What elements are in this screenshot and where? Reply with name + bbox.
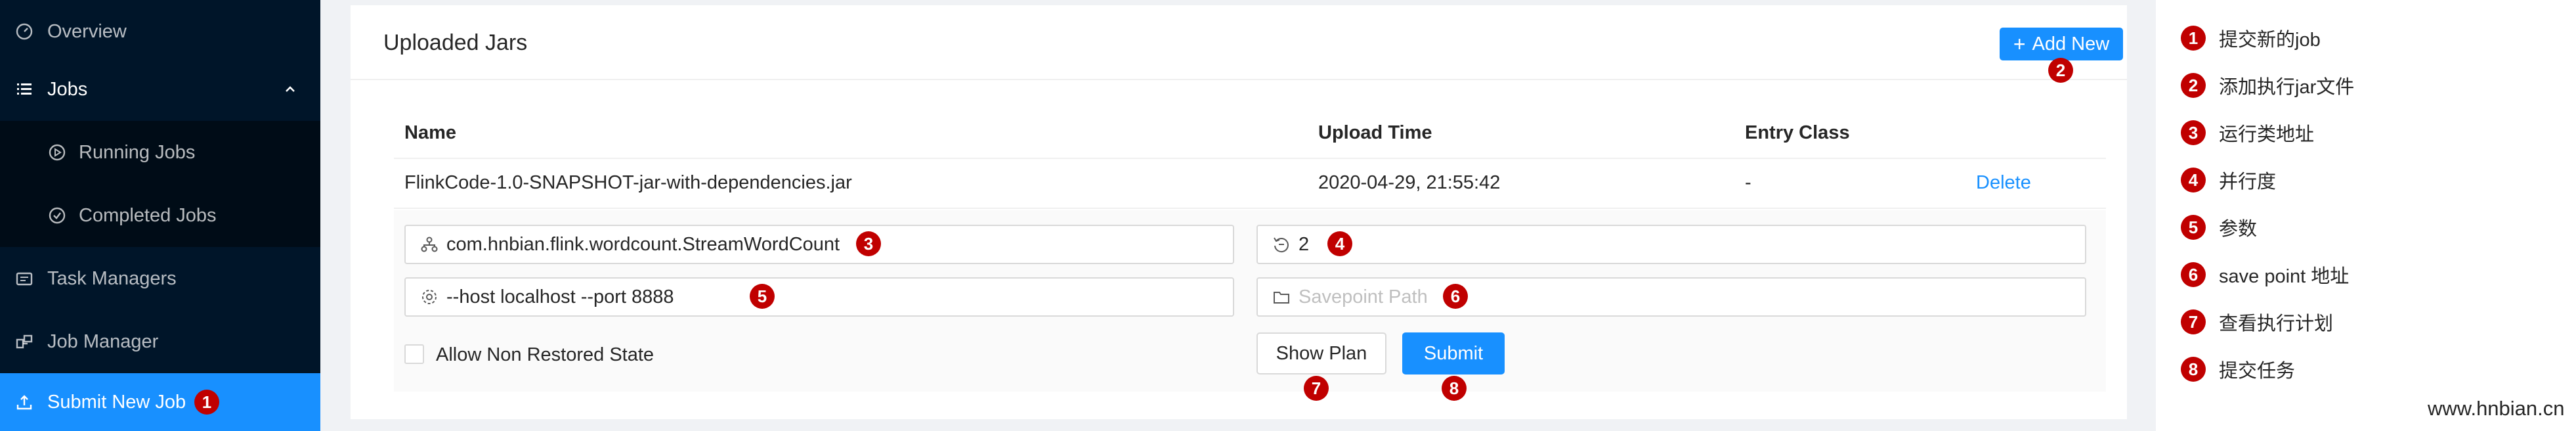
legend-text: 参数 — [2219, 219, 2258, 240]
build-icon — [16, 334, 33, 349]
upload-icon — [16, 395, 32, 410]
entry-class-value: com.hnbian.flink.wordcount.StreamWordCou… — [446, 233, 840, 255]
site-watermark: www.hnbian.cn — [2428, 397, 2565, 420]
marker-6: 6 — [1443, 284, 1468, 309]
list-icon — [17, 83, 32, 95]
check-circle-icon — [49, 207, 66, 224]
show-plan-button[interactable]: Show Plan — [1256, 332, 1386, 374]
program-args-input[interactable]: --host localhost --port 8888 — [404, 277, 1234, 317]
uploaded-jars-card: Uploaded Jars + Add New 2 Name Upload Ti… — [351, 5, 2127, 419]
parallelism-value: 2 — [1299, 233, 1310, 255]
marker-3: 3 — [856, 231, 881, 256]
chevron-up-icon — [286, 86, 295, 92]
settings-icon — [422, 290, 437, 304]
sidebar-item-completed-jobs[interactable]: Completed Jobs — [0, 184, 320, 247]
legend-marker: 6 — [2181, 262, 2206, 287]
jar-upload-time: 2020-04-29, 21:55:42 — [1318, 172, 1501, 193]
column-header-name: Name — [404, 122, 456, 143]
sidebar-item-label: Overview — [47, 20, 127, 42]
legend-marker: 4 — [2181, 168, 2206, 193]
sidebar-item-label: Jobs — [47, 78, 88, 100]
legend-marker: 1 — [2181, 26, 2206, 51]
marker-1: 1 — [194, 390, 219, 415]
legend-marker: 5 — [2181, 215, 2206, 240]
submit-label: Submit — [1423, 342, 1484, 364]
cluster-icon — [421, 237, 438, 252]
legend-marker: 3 — [2181, 120, 2206, 145]
sidebar-item-label: Submit New Job — [47, 391, 186, 413]
legend-marker: 8 — [2181, 357, 2206, 382]
sidebar-item-submit-new-job[interactable]: Submit New Job 1 — [0, 373, 320, 431]
plus-icon: + — [2013, 32, 2026, 56]
delete-link[interactable]: Delete — [1976, 172, 2031, 194]
dashboard-icon — [16, 23, 33, 40]
play-circle-icon — [49, 144, 66, 161]
sidebar-item-running-jobs[interactable]: Running Jobs — [0, 121, 320, 184]
show-plan-label: Show Plan — [1276, 342, 1367, 364]
legend-item: 4 并行度 — [2181, 166, 2276, 194]
marker-4: 4 — [1327, 231, 1352, 256]
legend-text: 运行类地址 — [2219, 124, 2315, 145]
jar-entry-class: - — [1745, 172, 1751, 193]
sidebar-item-task-managers[interactable]: Task Managers — [0, 247, 320, 310]
card-header: Uploaded Jars + Add New 2 — [351, 5, 2127, 83]
savepoint-placeholder: Savepoint Path — [1299, 286, 1428, 307]
legend-item: 8 提交任务 — [2181, 355, 2295, 384]
divider — [394, 208, 2106, 209]
submit-button[interactable]: Submit — [1402, 332, 1505, 374]
legend-item: 6 save point 地址 — [2181, 260, 2349, 289]
legend-marker: 7 — [2181, 309, 2206, 334]
jar-name: FlinkCode-1.0-SNAPSHOT-jar-with-dependen… — [404, 172, 852, 193]
marker-7: 7 — [1304, 376, 1329, 401]
folder-icon — [1274, 292, 1289, 304]
card-title: Uploaded Jars — [383, 30, 528, 55]
column-header-entry-class: Entry Class — [1745, 122, 1850, 143]
program-args-value: --host localhost --port 8888 — [446, 286, 674, 307]
divider — [394, 158, 2106, 159]
sidebar-item-label: Task Managers — [47, 267, 177, 289]
marker-5: 5 — [750, 284, 775, 309]
column-header-upload-time: Upload Time — [1318, 122, 1432, 143]
add-new-button[interactable]: + Add New — [2000, 28, 2123, 60]
legend-text: 添加执行jar文件 — [2219, 77, 2355, 98]
sidebar-item-jobs[interactable]: Jobs — [0, 58, 320, 121]
allow-non-restored-label: Allow Non Restored State — [436, 344, 655, 365]
legend-text: 并行度 — [2219, 171, 2277, 193]
legend-text: 提交新的job — [2219, 30, 2321, 51]
legend-marker: 2 — [2181, 73, 2206, 98]
legend-item: 2 添加执行jar文件 — [2181, 71, 2354, 100]
sidebar-item-overview[interactable]: Overview — [0, 0, 320, 63]
legend-item: 7 查看执行计划 — [2181, 307, 2333, 336]
add-new-label: Add New — [2032, 33, 2110, 55]
sidebar-item-job-manager[interactable]: Job Manager — [0, 310, 320, 373]
legend-item: 1 提交新的job — [2181, 24, 2321, 53]
reload-icon — [1274, 237, 1289, 253]
legend-text: save point 地址 — [2219, 266, 2350, 287]
allow-non-restored-checkbox[interactable] — [404, 344, 424, 364]
sidebar: Overview Jobs Running Jobs Completed Job… — [0, 0, 320, 431]
entry-class-input[interactable]: com.hnbian.flink.wordcount.StreamWordCou… — [404, 225, 1234, 264]
schedule-icon — [16, 272, 33, 286]
marker-2: 2 — [2048, 58, 2073, 83]
legend-item: 5 参数 — [2181, 213, 2257, 242]
sidebar-item-label: Completed Jobs — [79, 204, 217, 226]
legend-item: 3 运行类地址 — [2181, 118, 2314, 147]
sidebar-item-label: Job Manager — [47, 330, 159, 352]
legend-text: 提交任务 — [2219, 361, 2296, 382]
parallelism-input[interactable]: 2 — [1256, 225, 2086, 264]
annotation-legend: 1 提交新的job 2 添加执行jar文件 3 运行类地址 4 并行度 5 参数… — [2156, 0, 2576, 431]
marker-8: 8 — [1442, 376, 1467, 401]
sidebar-item-label: Running Jobs — [79, 141, 196, 163]
legend-text: 查看执行计划 — [2219, 313, 2334, 334]
savepoint-path-input[interactable]: Savepoint Path — [1256, 277, 2086, 317]
